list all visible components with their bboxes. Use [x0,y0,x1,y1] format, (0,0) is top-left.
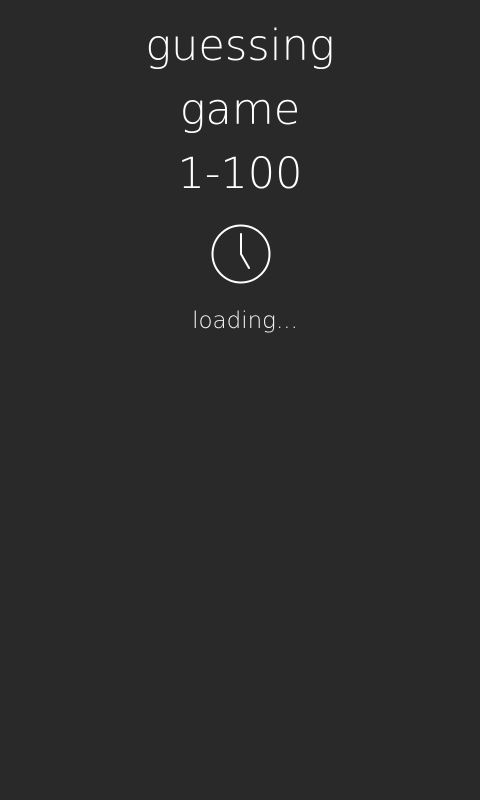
title-line-3: 1-100 [177,149,303,199]
clock-icon [211,224,271,284]
splash-screen: guessing game 1-100 loading... [0,0,480,800]
app-title: guessing game 1-100 [0,14,480,206]
title-line-1: guessing [145,21,335,71]
title-line-2: game [179,85,301,135]
loading-text: loading... [192,308,298,334]
